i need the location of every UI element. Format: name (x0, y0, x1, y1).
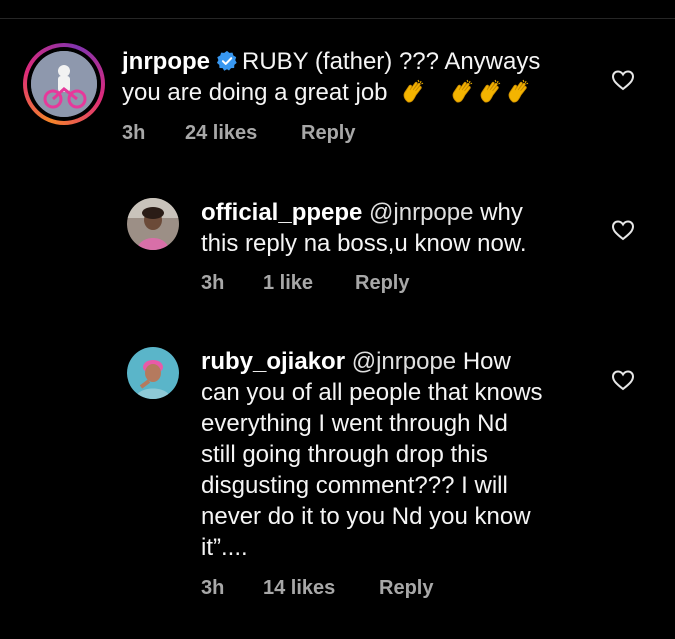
reply-button[interactable]: Reply (379, 577, 433, 600)
avatar-official-ppepe[interactable] (127, 198, 179, 250)
avatar-jnrpope (31, 51, 97, 117)
clapping-hands-icon (480, 79, 501, 103)
username-link[interactable]: official_ppepe (201, 199, 362, 226)
top-divider (0, 18, 675, 19)
comment-text: disgusting comment??? I will (201, 472, 508, 499)
comment-meta: 3h 1 like Reply (201, 272, 501, 298)
comment-text: How (456, 348, 511, 375)
reply-button[interactable]: Reply (301, 122, 355, 145)
comment-text: it”.... (201, 534, 248, 561)
clapping-hands-icon (452, 79, 473, 103)
comment-text: everything I went through Nd (201, 410, 508, 437)
comment-body: official_ppepe @jnrpope why this reply n… (201, 197, 601, 259)
comment-body: jnrpope RUBY (father) ??? Anyways you are… (122, 46, 602, 108)
timestamp: 3h (201, 577, 225, 599)
heart-icon[interactable] (611, 369, 635, 391)
comment-body: ruby_ojiakor @jnrpope How can you of all… (201, 346, 601, 563)
comment-text: never do it to you Nd you know (201, 503, 531, 530)
timestamp: 3h (122, 122, 146, 144)
heart-icon[interactable] (611, 69, 635, 91)
timestamp: 3h (201, 272, 225, 294)
comment-text: RUBY (father) ??? Anyways (242, 48, 541, 75)
likes-count[interactable]: 14 likes (263, 577, 335, 600)
comment-text: why (473, 199, 523, 226)
comment-meta: 3h 24 likes Reply (122, 122, 422, 148)
verified-badge-icon (216, 50, 237, 71)
likes-count[interactable]: 24 likes (185, 122, 257, 145)
username-link[interactable]: jnrpope (122, 48, 210, 75)
comment-text: you are doing a great job (122, 79, 388, 106)
comment-text: still going through drop this (201, 441, 488, 468)
story-ring-avatar[interactable] (23, 43, 105, 125)
heart-icon[interactable] (611, 219, 635, 241)
reply-button[interactable]: Reply (355, 272, 409, 295)
likes-count[interactable]: 1 like (263, 272, 313, 295)
clapping-hands-icon (403, 79, 424, 103)
comment-text: can you of all people that knows (201, 379, 543, 406)
mention-link[interactable]: @jnrpope (369, 199, 473, 226)
clapping-hands-icon (508, 79, 529, 103)
mention-link[interactable]: @jnrpope (352, 348, 456, 375)
username-link[interactable]: ruby_ojiakor (201, 348, 345, 375)
avatar-ruby-ojiakor[interactable] (127, 347, 179, 399)
comment-text: this reply na boss,u know now. (201, 230, 527, 257)
comment-meta: 3h 14 likes Reply (201, 577, 501, 603)
